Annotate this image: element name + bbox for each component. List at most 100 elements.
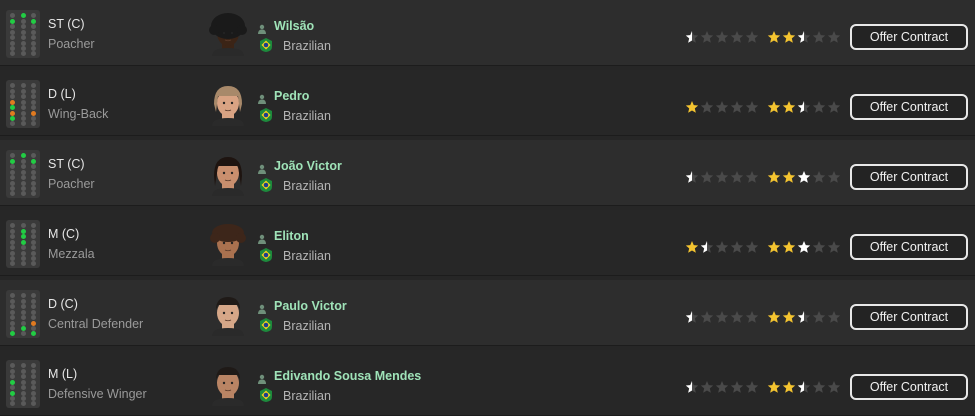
player-name-link[interactable]: Pedro — [274, 89, 309, 103]
potential-ability-star — [767, 380, 781, 394]
person-icon — [257, 231, 267, 244]
potential-ability-star — [797, 100, 811, 114]
brazil-flag-icon — [259, 108, 273, 122]
current-ability-star — [715, 310, 729, 324]
current-ability-star — [685, 170, 699, 184]
current-ability-star — [745, 170, 759, 184]
current-ability-star — [700, 100, 714, 114]
current-ability-star — [715, 30, 729, 44]
current-ability-star — [730, 240, 744, 254]
player-role: Defensive Winger — [48, 387, 147, 401]
player-role: Mezzala — [48, 247, 95, 261]
player-row[interactable]: D (L) Wing-Back Pedro Brazilian Offer Con… — [0, 70, 975, 136]
current-ability-stars — [685, 30, 759, 44]
player-name-link[interactable]: Paulo Victor — [274, 299, 347, 313]
current-ability-stars — [685, 310, 759, 324]
player-face-avatar[interactable] — [208, 222, 248, 266]
current-ability-stars — [685, 100, 759, 114]
potential-ability-star — [827, 100, 841, 114]
potential-ability-star — [827, 170, 841, 184]
player-face-avatar[interactable] — [208, 12, 248, 56]
player-nationality: Brazilian — [283, 389, 331, 403]
player-position: D (L) — [48, 87, 76, 101]
offer-contract-button[interactable]: Offer Contract — [850, 374, 968, 400]
potential-ability-star — [797, 240, 811, 254]
potential-ability-star — [812, 30, 826, 44]
player-row[interactable]: ST (C) Poacher Wilsão Brazilian Offer Con… — [0, 0, 975, 66]
potential-ability-star — [797, 30, 811, 44]
current-ability-star — [730, 30, 744, 44]
player-face-avatar[interactable] — [208, 82, 248, 126]
player-name-link[interactable]: João Victor — [274, 159, 342, 173]
player-face-avatar[interactable] — [208, 152, 248, 196]
player-role: Poacher — [48, 37, 95, 51]
offer-contract-button[interactable]: Offer Contract — [850, 24, 968, 50]
player-face-avatar[interactable] — [208, 292, 248, 336]
position-pitch-icon — [6, 360, 40, 408]
potential-ability-star — [827, 240, 841, 254]
player-name-link[interactable]: Wilsão — [274, 19, 314, 33]
potential-ability-star — [767, 100, 781, 114]
potential-ability-star — [767, 240, 781, 254]
potential-ability-star — [782, 310, 796, 324]
player-row[interactable]: ST (C) Poacher João Victor Brazilian Offe… — [0, 140, 975, 206]
player-name-link[interactable]: Edivando Sousa Mendes — [274, 369, 421, 383]
player-role: Wing-Back — [48, 107, 109, 121]
player-face-avatar[interactable] — [208, 362, 248, 406]
player-row[interactable]: D (C) Central Defender Paulo Victor Brazi… — [0, 280, 975, 346]
row-divider — [0, 275, 975, 276]
current-ability-star — [730, 380, 744, 394]
current-ability-star — [700, 380, 714, 394]
potential-ability-stars — [767, 170, 841, 184]
potential-ability-star — [782, 30, 796, 44]
brazil-flag-icon — [259, 178, 273, 192]
player-nationality: Brazilian — [283, 39, 331, 53]
current-ability-star — [715, 100, 729, 114]
potential-ability-star — [797, 170, 811, 184]
potential-ability-stars — [767, 240, 841, 254]
position-pitch-icon — [6, 290, 40, 338]
current-ability-star — [685, 310, 699, 324]
person-icon — [257, 371, 267, 384]
potential-ability-star — [812, 170, 826, 184]
current-ability-star — [745, 310, 759, 324]
brazil-flag-icon — [259, 388, 273, 402]
current-ability-star — [700, 170, 714, 184]
current-ability-star — [745, 380, 759, 394]
offer-contract-button[interactable]: Offer Contract — [850, 234, 968, 260]
current-ability-star — [700, 240, 714, 254]
position-pitch-icon — [6, 220, 40, 268]
person-icon — [257, 91, 267, 104]
current-ability-star — [745, 240, 759, 254]
player-row[interactable]: M (L) Defensive Winger Edivando Sousa Men… — [0, 350, 975, 416]
current-ability-star — [700, 30, 714, 44]
player-row[interactable]: M (C) Mezzala Eliton Brazilian Offer Cont… — [0, 210, 975, 276]
potential-ability-star — [782, 380, 796, 394]
position-pitch-icon — [6, 80, 40, 128]
current-ability-star — [730, 100, 744, 114]
potential-ability-star — [782, 240, 796, 254]
offer-contract-button[interactable]: Offer Contract — [850, 304, 968, 330]
position-pitch-icon — [6, 150, 40, 198]
person-icon — [257, 161, 267, 174]
player-nationality: Brazilian — [283, 319, 331, 333]
player-name-link[interactable]: Eliton — [274, 229, 309, 243]
row-divider — [0, 205, 975, 206]
current-ability-star — [730, 170, 744, 184]
player-position: M (C) — [48, 227, 80, 241]
potential-ability-star — [782, 170, 796, 184]
offer-contract-button[interactable]: Offer Contract — [850, 164, 968, 190]
player-nationality: Brazilian — [283, 109, 331, 123]
player-position: ST (C) — [48, 17, 85, 31]
current-ability-star — [685, 30, 699, 44]
current-ability-stars — [685, 240, 759, 254]
potential-ability-stars — [767, 100, 841, 114]
offer-contract-button[interactable]: Offer Contract — [850, 94, 968, 120]
player-position: M (L) — [48, 367, 78, 381]
potential-ability-star — [782, 100, 796, 114]
row-divider — [0, 135, 975, 136]
player-role: Poacher — [48, 177, 95, 191]
potential-ability-star — [827, 380, 841, 394]
brazil-flag-icon — [259, 248, 273, 262]
current-ability-star — [715, 240, 729, 254]
